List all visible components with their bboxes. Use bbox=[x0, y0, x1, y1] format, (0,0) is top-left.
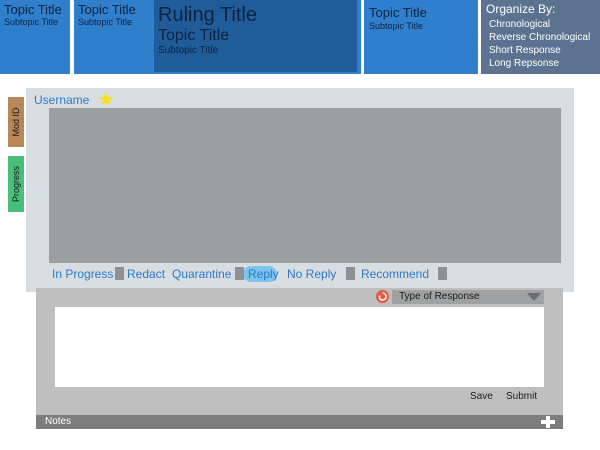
star-icon[interactable] bbox=[98, 91, 114, 107]
mod-id-tab[interactable]: Mod ID bbox=[8, 97, 24, 147]
topic-title: Topic Title bbox=[78, 2, 136, 17]
ruling-topic-title: Topic Title bbox=[158, 27, 230, 44]
quarantine-action[interactable]: Quarantine bbox=[172, 267, 231, 281]
organize-options: Chronological Reverse Chronological Shor… bbox=[489, 18, 590, 70]
progress-label: Progress bbox=[11, 165, 21, 203]
ruling-tile[interactable]: Ruling Title Topic Title Subtopic Title bbox=[154, 0, 357, 72]
no-reply-action[interactable]: No Reply bbox=[287, 267, 336, 281]
save-button[interactable]: Save bbox=[470, 391, 493, 402]
notes-label: Notes bbox=[45, 416, 72, 427]
progress-tab[interactable]: Progress bbox=[8, 156, 24, 212]
in-progress-action[interactable]: In Progress bbox=[52, 267, 113, 281]
submission-content bbox=[49, 108, 561, 263]
subtopic-title: Subtopic Title bbox=[4, 17, 59, 27]
topic-tile-1[interactable]: Topic Title Subtopic Title bbox=[0, 0, 70, 74]
topic-tile-2[interactable]: Topic Title Subtopic Title bbox=[74, 0, 150, 74]
plus-icon[interactable] bbox=[541, 416, 555, 428]
quarantine-checkbox[interactable] bbox=[235, 267, 244, 280]
mod-id-label: Mod ID bbox=[11, 107, 21, 137]
action-bar: In Progress Redact Quarantine Reply No R… bbox=[49, 266, 561, 283]
topic-tile-3[interactable]: Topic Title Subtopic Title bbox=[364, 0, 478, 74]
recommend-action[interactable]: Recommend bbox=[361, 267, 429, 281]
organize-option-chronological[interactable]: Chronological bbox=[489, 18, 590, 31]
topic-title: Topic Title bbox=[369, 5, 427, 20]
organize-option-long-response[interactable]: Long Repsonse bbox=[489, 57, 590, 70]
organize-option-short-response[interactable]: Short Response bbox=[489, 44, 590, 57]
top-navigation: Topic Title Subtopic Title Topic Title S… bbox=[0, 0, 600, 74]
redact-action[interactable]: Redact bbox=[127, 267, 165, 281]
no-reply-checkbox[interactable] bbox=[346, 267, 355, 280]
subtopic-title: Subtopic Title bbox=[78, 17, 133, 27]
organize-heading: Organize By: bbox=[486, 2, 556, 16]
response-panel: Type of Response Save Submit bbox=[36, 288, 563, 415]
notes-bar[interactable]: Notes bbox=[36, 415, 563, 429]
username-link[interactable]: Username bbox=[34, 93, 89, 107]
submit-button[interactable]: Submit bbox=[506, 391, 537, 402]
ruling-tile-frame: Ruling Title Topic Title Subtopic Title bbox=[150, 0, 361, 74]
organize-by-panel: Organize By: Chronological Reverse Chron… bbox=[481, 0, 600, 74]
in-progress-checkbox[interactable] bbox=[115, 267, 124, 280]
response-textarea[interactable] bbox=[55, 307, 544, 387]
subtopic-title: Subtopic Title bbox=[369, 21, 424, 31]
ruling-subtopic-title: Subtopic Title bbox=[158, 45, 219, 56]
ruling-title: Ruling Title bbox=[158, 4, 257, 26]
submission-card: Username In Progress Redact Quarantine R… bbox=[26, 88, 574, 292]
topic-title: Topic Title bbox=[4, 2, 62, 17]
organize-option-reverse-chronological[interactable]: Reverse Chronological bbox=[489, 31, 590, 44]
dropdown-arrow-icon bbox=[527, 293, 541, 301]
reply-action[interactable]: Reply bbox=[248, 267, 279, 281]
response-type-label: Type of Response bbox=[399, 291, 480, 302]
response-type-select[interactable]: Type of Response bbox=[392, 290, 544, 304]
recommend-checkbox[interactable] bbox=[438, 267, 447, 280]
response-type-icon[interactable] bbox=[376, 290, 389, 303]
